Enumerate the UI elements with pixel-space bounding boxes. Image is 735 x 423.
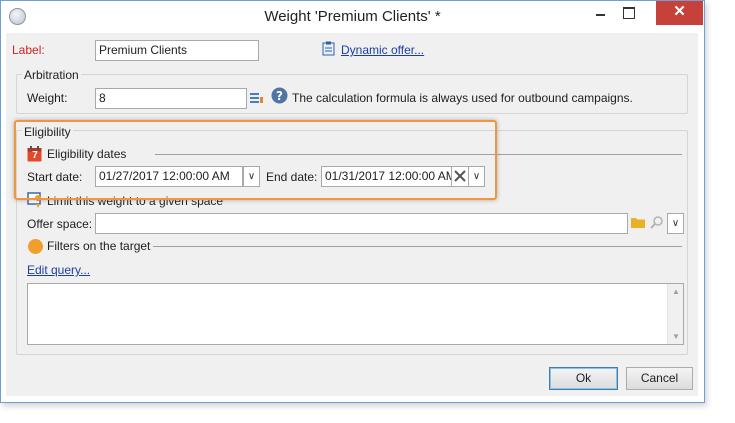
label-caption: Label: <box>12 43 45 57</box>
scroll-up-icon[interactable]: ▲ <box>672 287 680 296</box>
svg-text:?: ? <box>276 89 283 103</box>
help-icon: ? <box>271 87 288 104</box>
close-icon: ✕ <box>673 3 686 20</box>
dynamic-offer-icon <box>322 41 335 56</box>
close-button[interactable]: ✕ <box>656 1 703 25</box>
folder-icon[interactable] <box>631 216 645 228</box>
label-input[interactable]: Premium Clients <box>95 40 259 61</box>
filters-divider <box>153 246 682 247</box>
title-bar: Weight 'Premium Clients' * ✕ <box>1 1 704 33</box>
query-textarea[interactable]: ▲ ▼ <box>27 283 684 345</box>
ok-button[interactable]: Ok <box>549 367 618 390</box>
offer-space-input[interactable] <box>95 213 628 234</box>
eligibility-highlight <box>14 120 497 200</box>
search-icon[interactable] <box>650 215 664 229</box>
minimize-button[interactable] <box>587 1 614 25</box>
filter-icon <box>28 239 43 254</box>
weight-input[interactable]: 8 <box>95 88 247 109</box>
filters-title: Filters on the target <box>47 239 151 253</box>
formula-list-icon[interactable] <box>249 91 263 105</box>
scroll-down-icon[interactable]: ▼ <box>672 332 680 341</box>
dialog-window: Weight 'Premium Clients' * ✕ Label: Prem… <box>0 0 705 403</box>
chevron-down-icon: ∨ <box>671 218 680 229</box>
query-scrollbar[interactable]: ▲ ▼ <box>667 284 683 344</box>
cancel-button[interactable]: Cancel <box>626 367 693 390</box>
edit-query-link[interactable]: Edit query... <box>27 263 90 277</box>
help-text: The calculation formula is always used f… <box>292 91 633 105</box>
arbitration-title: Arbitration <box>22 68 81 82</box>
dynamic-offer-link[interactable]: Dynamic offer... <box>341 43 424 57</box>
offer-space-caption: Offer space: <box>27 217 93 231</box>
maximize-button[interactable] <box>615 1 642 25</box>
dialog-body: Label: Premium Clients Dynamic offer... … <box>6 33 698 396</box>
weight-caption: Weight: <box>27 91 68 105</box>
offer-space-dropdown[interactable]: ∨ <box>667 213 684 234</box>
